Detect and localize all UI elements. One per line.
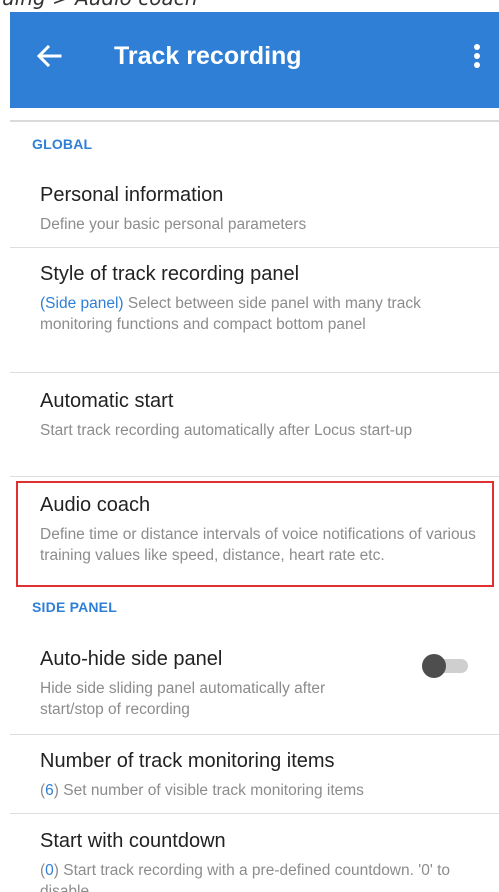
pref-summary-text: Set number of visible track monitoring i…: [58, 782, 364, 799]
pref-summary: Hide side sliding panel automatically af…: [40, 680, 326, 718]
pref-summary: (Side panel) Select between side panel w…: [40, 293, 480, 335]
pref-title: Style of track recording panel: [40, 263, 300, 285]
pref-value: (Side panel): [40, 295, 124, 312]
list-top-divider: [10, 120, 499, 122]
highlight-box: [16, 481, 494, 587]
pref-start-with-countdown[interactable]: Start with countdown (0) Start track rec…: [10, 830, 499, 892]
toolbar-title: Track recording: [114, 42, 302, 70]
divider: [10, 476, 499, 477]
pref-title: Personal information: [40, 184, 224, 206]
toggle-thumb: [422, 654, 446, 678]
pref-style-track-panel[interactable]: Style of track recording panel (Side pan…: [10, 263, 499, 373]
auto-hide-toggle[interactable]: [422, 654, 472, 678]
pref-personal-information[interactable]: Personal information Define your basic p…: [10, 184, 499, 246]
section-header-global: GLOBAL: [32, 136, 93, 152]
pref-summary: Define your basic personal parameters: [40, 216, 307, 233]
arrow-back-icon[interactable]: [28, 34, 72, 78]
divider: [10, 247, 499, 248]
caption-text: uing > Audio coach: [2, 0, 197, 10]
pref-title: Start with countdown: [40, 830, 226, 852]
pref-value: 0: [45, 862, 54, 879]
pref-title: Auto-hide side panel: [40, 648, 223, 670]
section-header-side-panel: SIDE PANEL: [32, 599, 117, 615]
pref-automatic-start[interactable]: Automatic start Start track recording au…: [10, 390, 499, 472]
pref-summary-text: Start track recording with a pre-defined…: [40, 862, 451, 892]
divider: [10, 734, 499, 735]
divider: [10, 813, 499, 814]
pref-summary: Start track recording automatically afte…: [40, 422, 413, 439]
pref-value: 6: [45, 782, 54, 799]
page-caption: uing > Audio coach: [0, 0, 499, 12]
divider: [10, 372, 499, 373]
pref-title: Number of track monitoring items: [40, 750, 335, 772]
pref-title: Automatic start: [40, 390, 174, 412]
pref-summary: (6) Set number of visible track monitori…: [40, 780, 480, 801]
phone-screen: Track recording GLOBAL Personal informat…: [10, 12, 499, 892]
pref-summary: (0) Start track recording with a pre-def…: [40, 860, 480, 892]
pref-number-monitoring-items[interactable]: Number of track monitoring items (6) Set…: [10, 750, 499, 810]
app-toolbar: Track recording: [10, 12, 499, 108]
more-vert-icon[interactable]: [462, 34, 492, 78]
